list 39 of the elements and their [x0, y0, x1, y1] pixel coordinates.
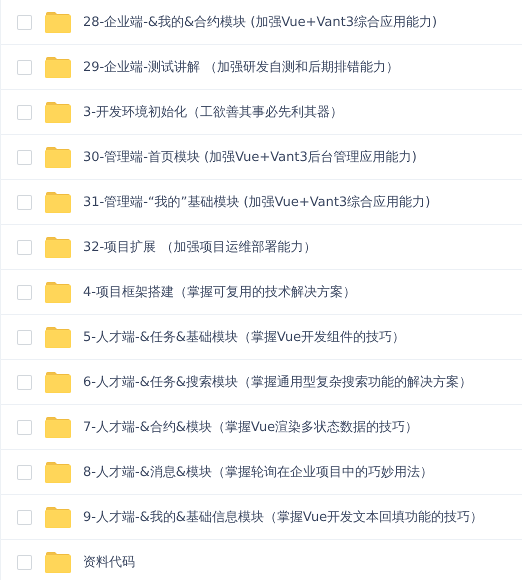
- folder-icon: [45, 551, 71, 573]
- folder-icon: [45, 461, 71, 483]
- folder-name[interactable]: 9-人才端-&我的&基础信息模块（掌握Vue开发文本回填功能的技巧）: [83, 508, 484, 526]
- checkbox[interactable]: [17, 150, 32, 164]
- folder-name[interactable]: 8-人才端-&消息&模块（掌握轮询在企业项目中的巧妙用法）: [83, 463, 433, 481]
- folder-name[interactable]: 32-项目扩展 （加强项目运维部署能力）: [83, 238, 316, 256]
- checkbox[interactable]: [17, 464, 32, 480]
- folder-icon: [45, 326, 71, 348]
- folder-icon: [45, 101, 71, 123]
- checkbox[interactable]: [17, 14, 32, 30]
- folder-name[interactable]: 4-项目框架搭建（掌握可复用的技术解决方案）: [83, 283, 356, 301]
- folder-icon: [45, 281, 71, 303]
- folder-name[interactable]: 30-管理端-首页模块 (加强Vue+Vant3后台管理应用能力): [83, 148, 417, 166]
- folder-icon: [45, 11, 71, 33]
- folder-name[interactable]: 5-人才端-&任务&基础模块（掌握Vue开发组件的技巧）: [83, 328, 406, 346]
- checkbox[interactable]: [17, 510, 32, 524]
- checkbox[interactable]: [17, 420, 32, 434]
- folder-name[interactable]: 28-企业端-&我的&合约模块 (加强Vue+Vant3综合应用能力): [83, 13, 438, 31]
- checkbox[interactable]: [17, 284, 32, 300]
- folder-name[interactable]: 29-企业端-测试讲解 （加强研发自测和后期排错能力）: [83, 58, 400, 76]
- folder-icon: [45, 191, 71, 213]
- checkbox[interactable]: [17, 194, 32, 210]
- folder-icon: [45, 371, 71, 393]
- checkbox[interactable]: [17, 104, 32, 120]
- checkbox[interactable]: [17, 330, 32, 344]
- folder-icon: [45, 146, 71, 168]
- folder-name[interactable]: 资料代码: [83, 553, 135, 571]
- folder-icon: [45, 56, 71, 78]
- folder-icon: [45, 506, 71, 528]
- folder-icon: [45, 236, 71, 258]
- folder-name[interactable]: 31-管理端-“我的”基础模块 (加强Vue+Vant3综合应用能力): [83, 193, 430, 211]
- checkbox[interactable]: [17, 240, 32, 254]
- folder-name[interactable]: 7-人才端-&合约&模块（掌握Vue渲染多状态数据的技巧）: [83, 418, 418, 436]
- folder-name[interactable]: 3-开发环境初始化（工欲善其事必先利其器）: [83, 103, 343, 121]
- folder-icon: [45, 416, 71, 438]
- checkbox[interactable]: [17, 554, 32, 570]
- checkbox[interactable]: [17, 60, 32, 74]
- folder-name[interactable]: 6-人才端-&任务&搜索模块（掌握通用型复杂搜索功能的解决方案）: [83, 373, 472, 391]
- checkbox[interactable]: [17, 374, 32, 390]
